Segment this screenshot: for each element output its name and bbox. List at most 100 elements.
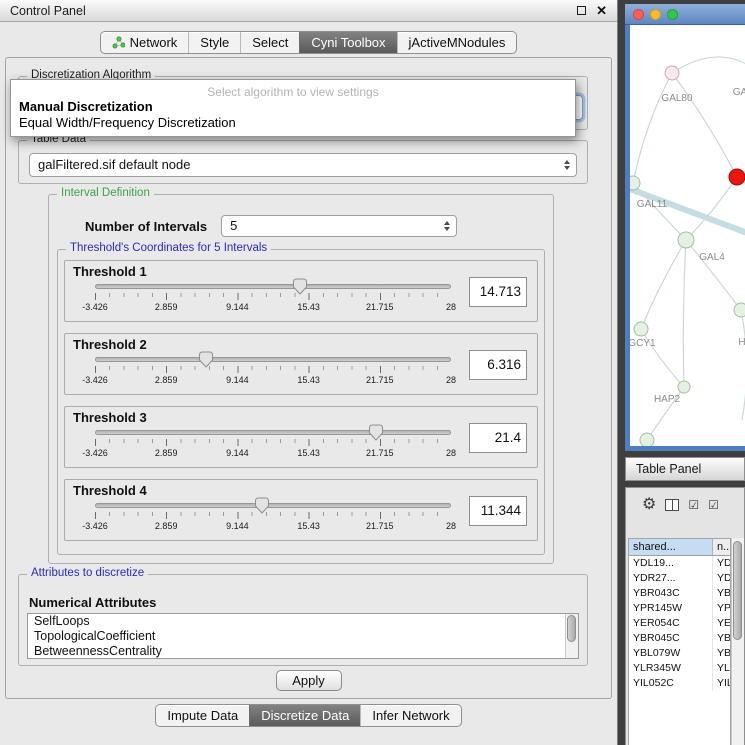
table-cell[interactable]: YBL079W: [629, 646, 713, 661]
table-cell[interactable]: YIL0...: [713, 676, 730, 691]
combo-value: galFiltered.sif default node: [30, 154, 576, 176]
thresholds-list: Threshold 1 -3.4262.8599.14415.4321.7152…: [58, 260, 544, 554]
threshold-panel: Threshold 4 -3.4262.8599.14415.4321.7152…: [64, 479, 538, 541]
zoom-traffic-light-icon[interactable]: [667, 9, 678, 20]
table-cell[interactable]: YIL052C: [629, 676, 713, 691]
table-cell[interactable]: YBR045C: [629, 631, 713, 646]
float-window-icon[interactable]: [577, 6, 586, 15]
tab-jactivemnodules[interactable]: jActiveMNodules: [397, 32, 517, 53]
slider-ruler: [95, 439, 451, 446]
columns-icon[interactable]: [665, 499, 679, 511]
dropdown-option-manual[interactable]: Manual Discretization: [11, 99, 575, 115]
slider-track[interactable]: [95, 503, 451, 508]
titlebar-buttons: ✕: [577, 4, 607, 17]
network-canvas-area[interactable]: GAL80GAL11GAL4GCY1HAP2GAH: [630, 25, 745, 446]
network-node[interactable]: [734, 303, 745, 317]
network-node[interactable]: [665, 66, 679, 80]
group-title: Threshold's Coordinates for 5 Intervals: [66, 242, 271, 254]
tab-cyni-toolbox[interactable]: Cyni Toolbox: [299, 32, 396, 53]
table-cell[interactable]: YBR043C: [629, 586, 713, 601]
table-cell[interactable]: YDR2...: [713, 571, 730, 586]
table-cell[interactable]: YPR1...: [713, 601, 730, 616]
table-cell[interactable]: YLR3...: [713, 661, 730, 676]
scale-label: 2.859: [155, 521, 178, 531]
tab-label: Infer Network: [372, 708, 449, 723]
slider-track[interactable]: [95, 357, 451, 362]
tab-infer-network[interactable]: Infer Network: [360, 705, 460, 726]
table-data-group: Table Data galFiltered.sif default node: [18, 140, 588, 184]
threshold-value[interactable]: 11.344: [469, 496, 527, 526]
apply-button[interactable]: Apply: [276, 670, 342, 691]
attribute-item[interactable]: SelfLoops: [28, 614, 578, 629]
scale-label: 9.144: [226, 521, 249, 531]
table-cell[interactable]: YDL1...: [713, 556, 730, 571]
tab-select[interactable]: Select: [240, 32, 299, 53]
minimize-traffic-light-icon[interactable]: [650, 9, 661, 20]
table-row[interactable]: YBR043CYBR0...: [629, 586, 730, 601]
table-cell[interactable]: YDL19...: [629, 556, 713, 571]
threshold-slider[interactable]: -3.4262.8599.14415.4321.71528: [95, 357, 451, 393]
threshold-slider[interactable]: -3.4262.8599.14415.4321.71528: [95, 430, 451, 466]
network-node[interactable]: [640, 433, 654, 446]
tab-style[interactable]: Style: [188, 32, 240, 53]
threshold-value[interactable]: 14.713: [469, 277, 527, 307]
threshold-slider[interactable]: -3.4262.8599.14415.4321.71528: [95, 284, 451, 320]
column-header-shared-name[interactable]: shared...: [629, 539, 713, 555]
table-row[interactable]: YLR345WYLR3...: [629, 661, 730, 676]
table-row[interactable]: YDR27...YDR2...: [629, 571, 730, 586]
slider-track[interactable]: [95, 284, 451, 289]
checkbox-icon[interactable]: ☑: [688, 499, 699, 511]
scale-label: 28: [446, 302, 456, 312]
table-cell[interactable]: YPR145W: [629, 601, 713, 616]
threshold-value[interactable]: 6.316: [469, 350, 527, 380]
tab-discretize-data[interactable]: Discretize Data: [249, 705, 360, 726]
close-icon[interactable]: ✕: [596, 4, 607, 17]
network-window-titlebar[interactable]: [625, 4, 745, 25]
scale-label: 9.144: [226, 375, 249, 385]
network-canvas[interactable]: GAL80GAL11GAL4GCY1HAP2GAH: [630, 25, 745, 446]
dropdown-option-equal-width[interactable]: Equal Width/Frequency Discretization: [11, 115, 575, 131]
table-cell[interactable]: YER054C: [629, 616, 713, 631]
column-header-name[interactable]: n...: [713, 539, 730, 555]
number-of-intervals-combo[interactable]: 5: [221, 215, 457, 237]
table-cell[interactable]: YDR27...: [629, 571, 713, 586]
table-cell[interactable]: YBR0...: [713, 631, 730, 646]
table-row[interactable]: YIL052CYIL0...: [629, 676, 730, 691]
threshold-value[interactable]: 21.4: [469, 423, 527, 453]
scrollbar-thumb[interactable]: [733, 541, 742, 640]
checkbox-icon[interactable]: ☑: [708, 499, 719, 511]
close-traffic-light-icon[interactable]: [633, 9, 644, 20]
network-node[interactable]: [678, 381, 690, 393]
scale-label: -3.426: [82, 375, 108, 385]
table-data-combo[interactable]: galFiltered.sif default node: [29, 153, 577, 177]
slider-scale-labels: -3.4262.8599.14415.4321.71528: [95, 448, 451, 459]
scrollbar-thumb[interactable]: [567, 615, 576, 642]
gear-icon[interactable]: ⚙: [642, 497, 656, 513]
attribute-item[interactable]: TopologicalCoefficient: [28, 629, 578, 644]
table-cell[interactable]: YBL0...: [713, 646, 730, 661]
numerical-attributes-label: Numerical Attributes: [29, 595, 156, 610]
table-row[interactable]: YPR145WYPR1...: [629, 601, 730, 616]
control-panel-titlebar: Control Panel ✕: [0, 0, 617, 22]
table-cell[interactable]: YLR345W: [629, 661, 713, 676]
table-scrollbar[interactable]: [731, 538, 744, 745]
table-row[interactable]: YDL19...YDL1...: [629, 556, 730, 571]
tab-impute-data[interactable]: Impute Data: [156, 705, 249, 726]
table-cell[interactable]: YER0...: [713, 616, 730, 631]
tab-network[interactable]: Network: [101, 32, 189, 53]
network-node[interactable]: [630, 176, 640, 190]
tab-label: Discretize Data: [261, 708, 349, 723]
threshold-slider[interactable]: -3.4262.8599.14415.4321.71528: [95, 503, 451, 539]
control-panel-window: Control Panel ✕ Network Style Sel: [0, 0, 618, 745]
network-node[interactable]: [634, 322, 648, 336]
list-scrollbar[interactable]: [565, 614, 578, 658]
network-node[interactable]: [729, 169, 745, 185]
table-row[interactable]: YBL079WYBL0...: [629, 646, 730, 661]
table-row[interactable]: YER054CYER0...: [629, 616, 730, 631]
attribute-item[interactable]: BetweennessCentrality: [28, 644, 578, 659]
network-node[interactable]: [678, 232, 694, 248]
table-cell[interactable]: YBR0...: [713, 586, 730, 601]
slider-track[interactable]: [95, 430, 451, 435]
stepper-icon: [444, 221, 450, 231]
table-row[interactable]: YBR045CYBR0...: [629, 631, 730, 646]
